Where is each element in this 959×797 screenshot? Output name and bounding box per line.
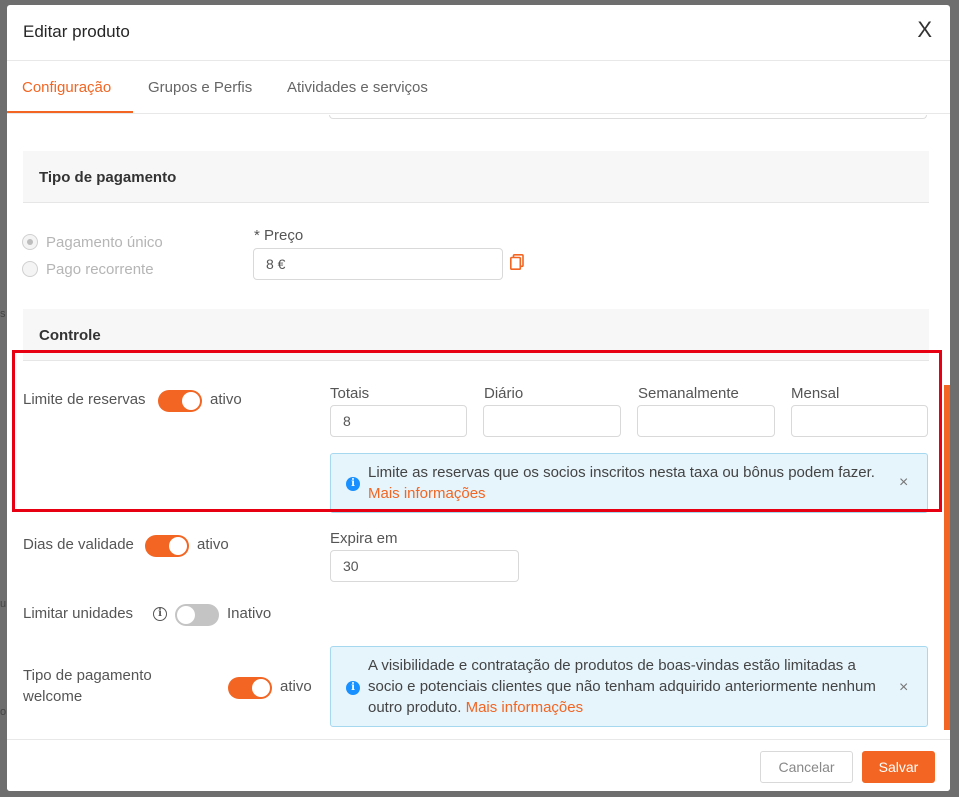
active-tab-indicator	[7, 111, 133, 113]
radio-single-payment[interactable]: Pagamento único	[22, 234, 163, 251]
save-button[interactable]: Salvar	[862, 751, 935, 783]
payment-section-header: Tipo de pagamento	[23, 151, 929, 203]
background-fragment: o	[0, 706, 7, 718]
scrollbar-thumb[interactable]	[944, 385, 950, 730]
modal-footer: Cancelar Salvar	[7, 739, 950, 791]
info-outline-icon[interactable]: i	[153, 607, 167, 621]
unit-limit-label: Limitar unidades	[23, 605, 134, 622]
welcome-more-info-link[interactable]: Mais informações	[466, 699, 584, 716]
welcome-info: i A visibilidade e contratação de produt…	[330, 646, 928, 727]
welcome-label-line2: welcome	[23, 688, 83, 705]
info-icon: i	[346, 681, 360, 695]
welcome-state: ativo	[280, 678, 312, 695]
unit-limit-state: Inativo	[227, 605, 272, 622]
tab-configuracao[interactable]: Configuração	[22, 79, 111, 96]
control-section-title: Controle	[39, 327, 101, 344]
welcome-toggle[interactable]	[228, 677, 272, 699]
radio-recurring-payment[interactable]: Pago recorrente	[22, 261, 154, 278]
expires-input[interactable]: 30	[330, 550, 519, 582]
validity-state: ativo	[197, 536, 229, 553]
toggle-knob	[252, 679, 270, 697]
radio-icon	[22, 261, 38, 277]
tab-atividades-servicos[interactable]: Atividades e serviços	[287, 79, 428, 96]
payment-section-title: Tipo de pagamento	[39, 169, 177, 186]
copy-icon[interactable]	[510, 254, 524, 270]
modal-header: Editar produto X	[7, 5, 950, 61]
tab-bar: Configuração Grupos e Perfis Atividades …	[7, 61, 950, 114]
close-icon[interactable]: X	[917, 19, 932, 41]
background-fragment: u	[0, 598, 7, 610]
validity-toggle[interactable]	[145, 535, 189, 557]
previous-input[interactable]	[329, 115, 927, 119]
tab-grupos-perfis[interactable]: Grupos e Perfis	[148, 79, 252, 96]
cancel-button[interactable]: Cancelar	[760, 751, 853, 783]
unit-limit-toggle[interactable]	[175, 604, 219, 626]
price-input[interactable]: 8 €	[253, 248, 503, 280]
radio-icon	[22, 234, 38, 250]
highlight-box	[12, 350, 942, 512]
price-label: * Preço	[254, 227, 304, 244]
welcome-label-line1: Tipo de pagamento	[23, 667, 152, 684]
background-fragment: s	[0, 308, 6, 320]
toggle-knob	[177, 606, 195, 624]
modal-title: Editar produto	[23, 22, 130, 41]
toggle-knob	[169, 537, 187, 555]
welcome-info-text: A visibilidade e contratação de produtos…	[368, 657, 876, 716]
validity-label: Dias de validade	[23, 536, 134, 553]
close-icon[interactable]: ×	[899, 677, 908, 698]
expires-label: Expira em	[330, 530, 398, 547]
